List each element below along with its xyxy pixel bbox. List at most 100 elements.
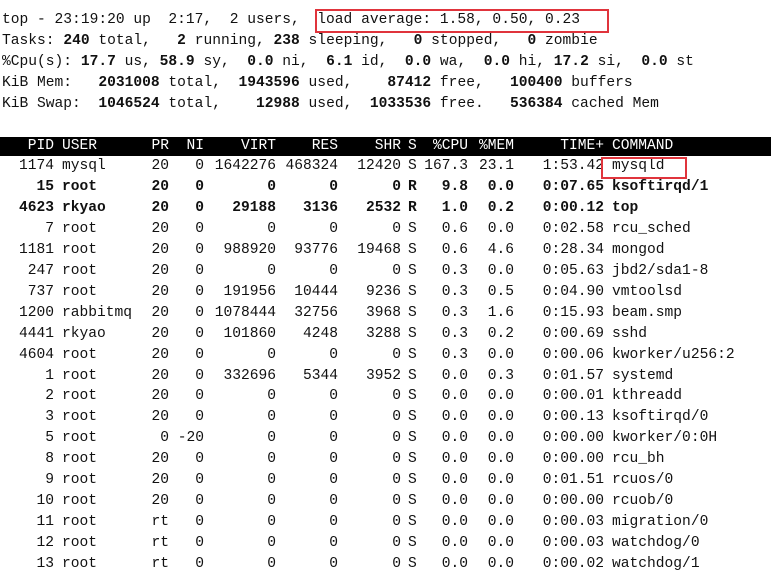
cell-ni: 0: [195, 262, 204, 279]
cell-shr: 0: [392, 388, 401, 405]
cell-shr: 0: [392, 535, 401, 552]
process-row[interactable]: 4604 root 20 0 0 0 0 S 0.3 0.0 0:00.06 kworker/u256…: [0, 345, 771, 366]
cell-virt: 332696: [223, 367, 276, 384]
cell-pid: 7: [45, 220, 54, 237]
cell-pr: 0: [160, 430, 169, 447]
cell-pr: rt: [151, 514, 169, 531]
process-row[interactable]: 5 root 0 -20 0 0 0 S 0.0 0.0 0:00.00 kworker/0:0H: [0, 428, 771, 449]
cell-pid: 11: [36, 514, 54, 531]
cell-user: root: [62, 409, 98, 426]
cell-ni: 0: [195, 493, 204, 510]
cell-mem: 0.0: [487, 346, 514, 363]
cell-virt: 0: [267, 388, 276, 405]
summary-swap-line: KiB Swap: 1046524 total, 12988 used, 103…: [2, 94, 659, 115]
column-header-pr[interactable]: PR: [151, 137, 169, 156]
process-row[interactable]: 4441 rkyao 20 0 101860 4248 3288 S 0.3 0.2 0:00.69…: [0, 324, 771, 345]
cell-shr: 19468: [357, 241, 401, 258]
cell-cpu: 0.3: [441, 325, 468, 342]
summary-label: used,: [299, 75, 388, 91]
process-row[interactable]: 7 root 20 0 0 0 0 S 0.6 0.0 0:02.58 rcu_sched: [0, 219, 771, 240]
cell-pr: 20: [151, 472, 169, 489]
cell-mem: 0.0: [487, 472, 514, 489]
cell-res: 0: [329, 220, 338, 237]
cell-shr: 0: [392, 451, 401, 468]
cell-pr: 20: [151, 178, 169, 195]
cell-s: S: [408, 367, 417, 384]
summary-label: sy,: [194, 54, 248, 70]
process-row[interactable]: 1181 root 20 0 988920 93776 19468 S 0.6 4.6 0:28.3…: [0, 240, 771, 261]
cell-cmd: kworker/0:0H: [612, 430, 718, 447]
summary-value: 58.9: [159, 54, 195, 70]
cell-time: 0:00.03: [542, 514, 604, 531]
summary-value: 17.2: [553, 54, 589, 70]
column-header-user[interactable]: USER: [62, 137, 97, 156]
cell-ni: 0: [195, 199, 204, 216]
cell-virt: 0: [267, 451, 276, 468]
cell-user: mysql: [62, 158, 106, 174]
process-row[interactable]: 4623 rkyao 20 0 29188 3136 2532 R 1.0 0.2 0:00.12 t…: [0, 198, 771, 219]
cell-mem: 0.0: [487, 493, 514, 510]
process-row[interactable]: 12 root rt 0 0 0 0 S 0.0 0.0 0:00.03 watchdog/0: [0, 533, 771, 554]
column-header-cpu[interactable]: %CPU: [433, 137, 468, 156]
cell-virt: 0: [267, 493, 276, 510]
cell-cpu: 0.0: [441, 514, 468, 531]
summary-value: 240: [63, 33, 90, 49]
summary-value: 1943596: [238, 75, 300, 91]
cell-pr: 20: [151, 283, 169, 300]
column-header-pid[interactable]: PID: [28, 137, 54, 156]
cell-virt: 0: [267, 178, 276, 195]
cell-pid: 1174: [18, 158, 54, 174]
cell-mem: 0.0: [487, 220, 514, 237]
cell-s: S: [408, 283, 417, 300]
cell-mem: 0.0: [487, 430, 514, 447]
process-row[interactable]: 737 root 20 0 191956 10444 9236 S 0.3 0.5 0:04.90 v…: [0, 282, 771, 303]
cell-cmd: rcuob/0: [612, 493, 674, 510]
cell-pid: 1181: [18, 241, 54, 258]
cell-shr: 0: [392, 346, 401, 363]
process-row[interactable]: 3 root 20 0 0 0 0 S 0.0 0.0 0:00.13 ksoftirqd/0: [0, 407, 771, 428]
process-row[interactable]: 1 root 20 0 332696 5344 3952 S 0.0 0.3 0:01.57 syst…: [0, 366, 771, 387]
process-row[interactable]: 15 root 20 0 0 0 0 R 9.8 0.0 0:07.65 ksoftirqd/1: [0, 177, 771, 198]
cell-mem: 0.0: [487, 535, 514, 552]
cell-mem: 4.6: [487, 241, 514, 258]
column-header-res[interactable]: RES: [312, 137, 338, 156]
cell-pr: 20: [151, 158, 169, 174]
column-header-shr[interactable]: SHR: [375, 137, 401, 156]
cell-s: S: [408, 241, 417, 258]
cell-shr: 0: [392, 220, 401, 237]
mysqld-highlight-box: [601, 157, 687, 179]
process-row[interactable]: 8 root 20 0 0 0 0 S 0.0 0.0 0:00.00 rcu_bh: [0, 449, 771, 470]
column-header-virt[interactable]: VIRT: [241, 137, 276, 156]
cell-user: root: [62, 220, 98, 237]
cell-cmd: watchdog/0: [612, 535, 700, 552]
cell-s: R: [408, 178, 417, 195]
cell-virt: 0: [267, 514, 276, 531]
process-row[interactable]: 1200 rabbitmq 20 0 1078444 32756 3968 S 0.3 1.6 0:…: [0, 303, 771, 324]
summary-label: KiB Mem:: [2, 75, 99, 91]
cell-user: root: [62, 430, 98, 447]
cell-virt: 0: [267, 220, 276, 237]
cell-pid: 8: [45, 451, 54, 468]
cell-ni: -20: [177, 430, 204, 447]
cell-shr: 3952: [365, 367, 401, 384]
cell-ni: 0: [195, 451, 204, 468]
process-row[interactable]: 247 root 20 0 0 0 0 S 0.3 0.0 0:05.63 jbd2/sda1-8: [0, 261, 771, 282]
cell-virt: 191956: [223, 283, 276, 300]
cell-time: 0:00.01: [542, 388, 604, 405]
column-header-ni[interactable]: NI: [186, 137, 204, 156]
cell-virt: 1642276: [214, 158, 276, 174]
cell-s: S: [408, 325, 417, 342]
process-row[interactable]: 9 root 20 0 0 0 0 S 0.0 0.0 0:01.51 rcuos/0: [0, 470, 771, 491]
process-row[interactable]: 2 root 20 0 0 0 0 S 0.0 0.0 0:00.01 kthreadd: [0, 386, 771, 407]
process-row[interactable]: 10 root 20 0 0 0 0 S 0.0 0.0 0:00.00 rcuob/0: [0, 491, 771, 512]
cell-pid: 4623: [18, 199, 54, 216]
process-row[interactable]: 11 root rt 0 0 0 0 S 0.0 0.0 0:00.03 migration/0: [0, 512, 771, 533]
cell-shr: 0: [392, 178, 401, 195]
column-header-cmd[interactable]: COMMAND: [612, 137, 673, 156]
cell-cpu: 0.6: [441, 241, 468, 258]
column-header-time[interactable]: TIME+: [560, 137, 604, 156]
column-header-s[interactable]: S: [408, 137, 417, 156]
cell-s: S: [408, 514, 417, 531]
column-header-mem[interactable]: %MEM: [479, 137, 514, 156]
summary-label: total,: [159, 96, 256, 112]
